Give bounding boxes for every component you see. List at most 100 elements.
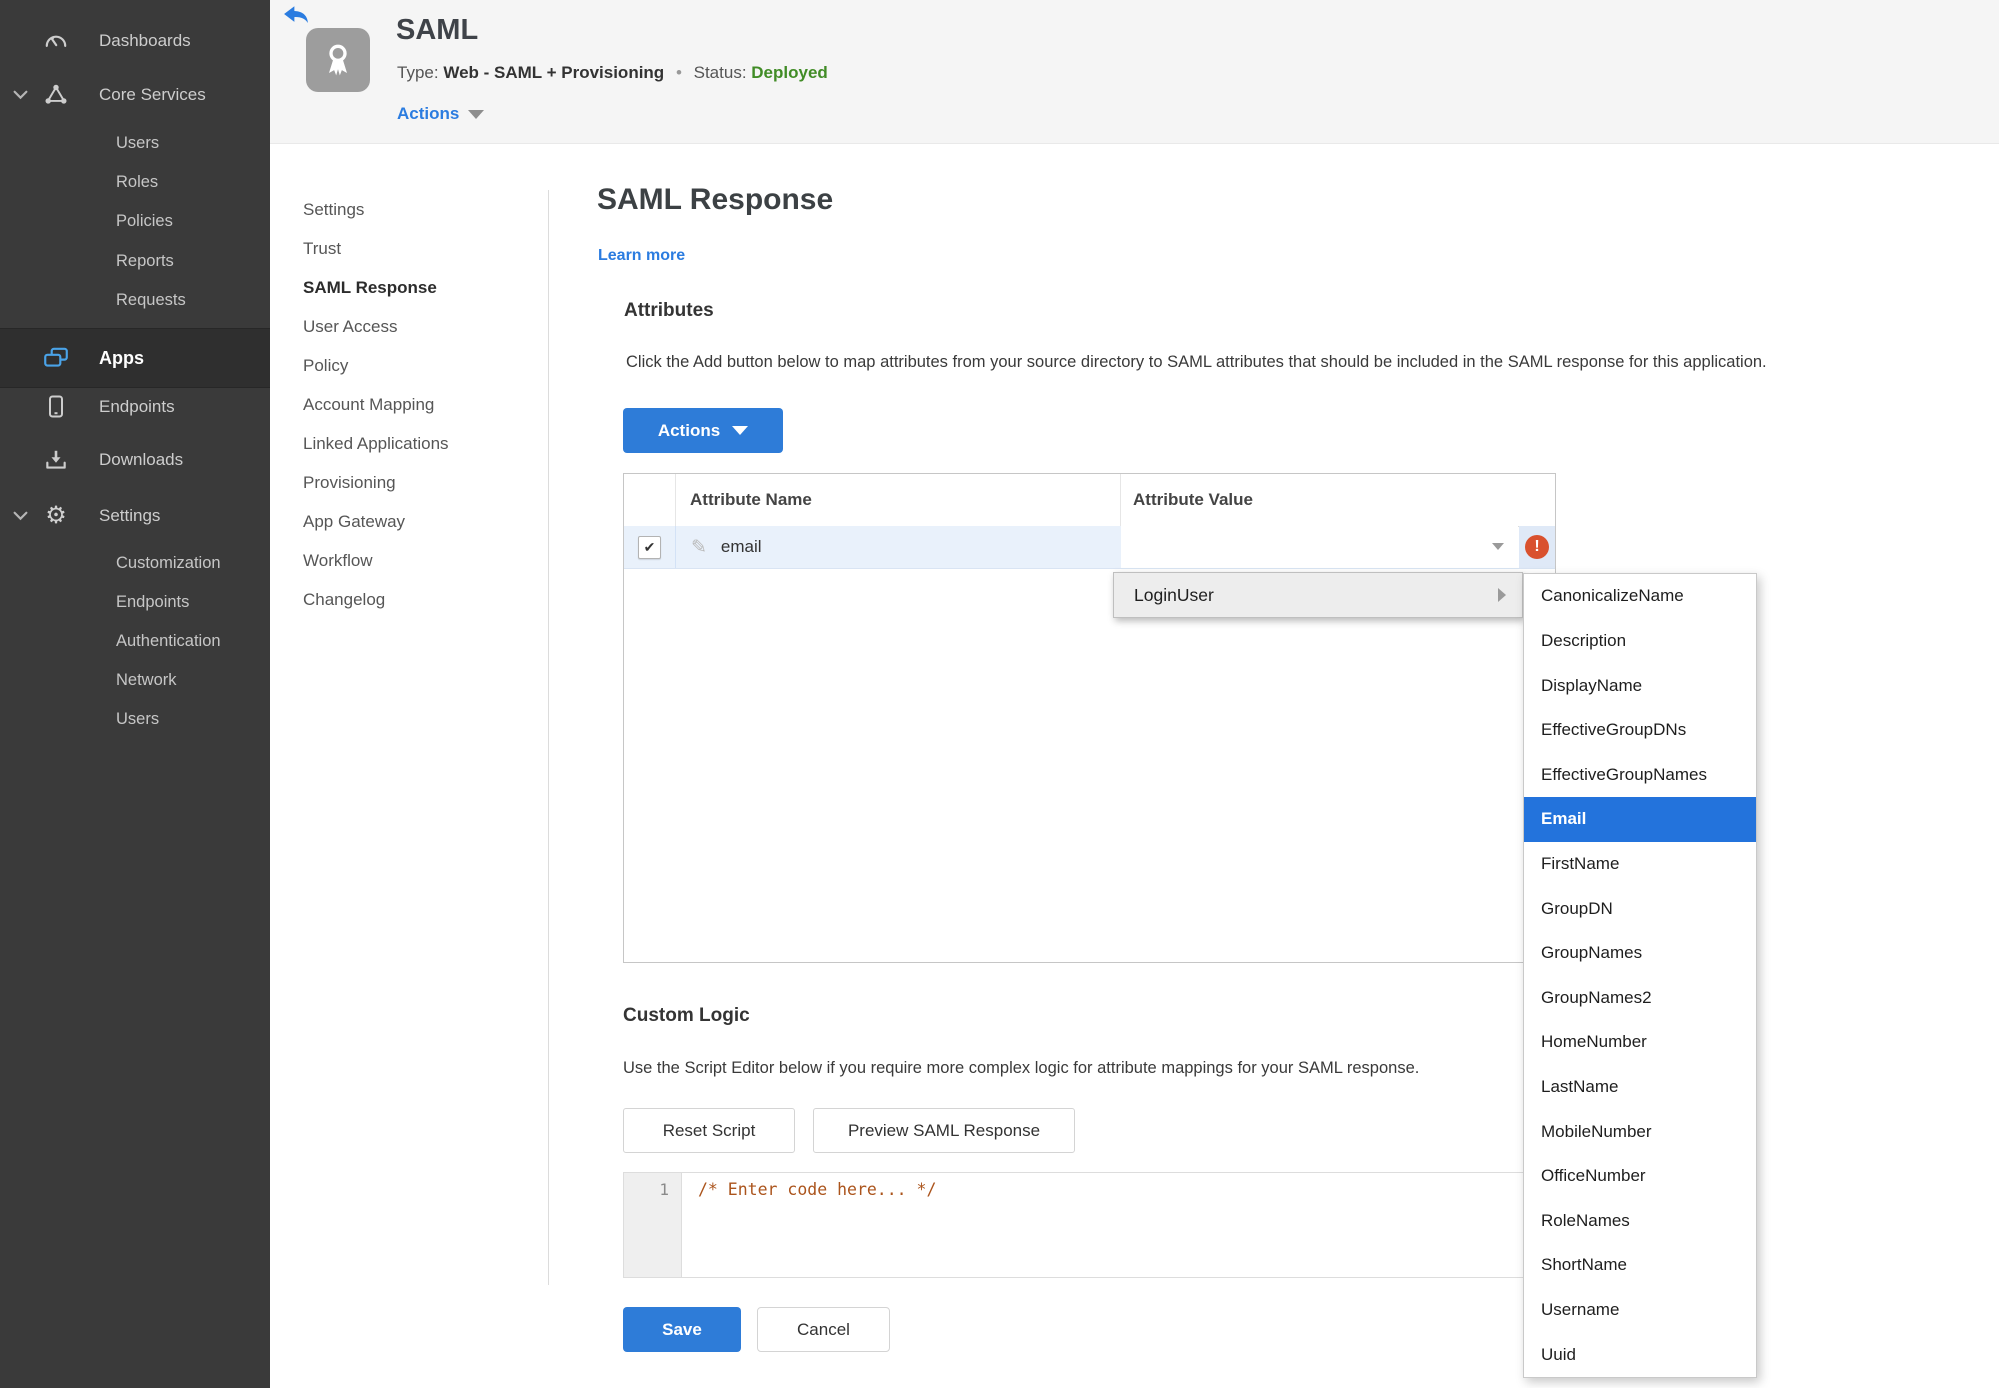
table-header: Attribute Name Attribute Value [624,474,1555,527]
menu-option-shortname[interactable]: ShortName [1524,1243,1756,1288]
gauge-icon [42,27,70,55]
menu-option-effectivegroupnames[interactable]: EffectiveGroupNames [1524,752,1756,797]
attributes-table: Attribute Name Attribute Value ✔ ✎ email… [623,473,1556,963]
editor-code-area[interactable]: /* Enter code here... */ [682,1173,1555,1284]
app-header: SAML Type: Web - SAML + Provisioning • S… [270,0,1999,144]
learn-more-link[interactable]: Learn more [598,247,685,265]
sidebar-item-label: Apps [99,347,144,368]
phone-icon [42,393,70,421]
sidebar-item-reports[interactable]: Reports [0,246,270,276]
menu-option-effectivegroupdns[interactable]: EffectiveGroupDNs [1524,708,1756,753]
menu-option-uuid[interactable]: Uuid [1524,1332,1756,1377]
sidebar-item-customization[interactable]: Customization [0,548,270,578]
custom-logic-description: Use the Script Editor below if you requi… [623,1059,1420,1077]
row-checkbox[interactable]: ✔ [638,535,661,559]
sidebar-item-apps[interactable]: Apps [0,328,270,388]
loginuser-menu-item[interactable]: LoginUser [1113,572,1523,618]
type-value: Web - SAML + Provisioning [443,63,665,82]
status-badge: Deployed [751,63,828,82]
chevron-down-icon[interactable] [13,85,28,105]
edit-pencil-icon[interactable]: ✎ [691,536,707,559]
attribute-name-value: email [720,537,762,556]
reset-script-button[interactable]: Reset Script [623,1108,795,1153]
sidebar-item-users-settings[interactable]: Users [0,704,270,734]
tab-changelog[interactable]: Changelog [270,580,548,619]
award-icon [329,44,347,76]
sidebar-item-downloads[interactable]: Downloads [0,443,270,477]
menu-option-description[interactable]: Description [1524,619,1756,664]
chevron-down-icon [732,426,749,435]
preview-saml-response-button[interactable]: Preview SAML Response [813,1108,1075,1153]
tab-app-gateway[interactable]: App Gateway [270,502,548,541]
line-number: 1 [659,1180,669,1199]
menu-option-displayname[interactable]: DisplayName [1524,663,1756,708]
attributes-description: Click the Add button below to map attrib… [626,353,1767,371]
sidebar-item-endpoints-settings[interactable]: Endpoints [0,587,270,617]
chevron-right-icon [1498,588,1506,602]
back-arrow-icon[interactable] [283,5,309,32]
menu-option-canonicalizename[interactable]: CanonicalizeName [1524,574,1756,619]
tab-linked-applications[interactable]: Linked Applications [270,424,548,463]
sidebar-item-core-services[interactable]: Core Services [0,78,270,112]
editor-gutter: 1 [624,1173,682,1277]
tab-trust[interactable]: Trust [270,229,548,268]
menu-option-groupnames[interactable]: GroupNames [1524,931,1756,976]
menu-option-groupdn[interactable]: GroupDN [1524,886,1756,931]
download-icon [42,446,70,474]
sidebar-item-network[interactable]: Network [0,665,270,695]
menu-option-rolenames[interactable]: RoleNames [1524,1199,1756,1244]
attribute-name-header: Attribute Name [676,474,1121,526]
tab-account-mapping[interactable]: Account Mapping [270,385,548,424]
menu-option-mobilenumber[interactable]: MobileNumber [1524,1109,1756,1154]
menu-option-officenumber[interactable]: OfficeNumber [1524,1154,1756,1199]
sidebar-item-policies[interactable]: Policies [0,206,270,236]
app-subnav: Settings Trust SAML Response User Access… [270,190,548,619]
tab-provisioning[interactable]: Provisioning [270,463,548,502]
type-label: Type: [397,63,439,82]
sidebar-item-users[interactable]: Users [0,128,270,158]
header-actions-menu[interactable]: Actions [397,104,485,124]
sidebar-item-label: Core Services [99,85,206,104]
menu-option-groupnames2[interactable]: GroupNames2 [1524,975,1756,1020]
sidebar-item-dashboards[interactable]: Dashboards [0,24,270,58]
actions-button[interactable]: Actions [623,408,783,453]
save-button[interactable]: Save [623,1307,741,1352]
app-logo [306,28,370,92]
attribute-value-dropdown[interactable] [1121,526,1518,568]
checkbox-column-header [624,474,676,526]
chevron-down-icon [468,109,485,119]
sidebar-item-roles[interactable]: Roles [0,167,270,197]
sidebar-item-endpoints[interactable]: Endpoints [0,390,270,424]
chevron-down-icon[interactable] [13,506,28,526]
apps-icon [42,344,70,372]
menu-option-lastname[interactable]: LastName [1524,1065,1756,1110]
attributes-heading: Attributes [624,300,714,321]
attribute-name-cell: ✎ email [676,526,1121,568]
page-title: SAML [396,14,479,46]
app-window: Dashboards Core Services Users Roles Pol… [0,0,1999,1388]
tab-policy[interactable]: Policy [270,346,548,385]
gear-icon: ⚙ [45,502,67,529]
app-meta: Type: Web - SAML + Provisioning • Status… [397,63,828,83]
subnav-divider [548,190,549,1285]
section-title: SAML Response [597,183,834,216]
validation-cell: ! [1519,526,1555,568]
tab-workflow[interactable]: Workflow [270,541,548,580]
tab-settings[interactable]: Settings [270,190,548,229]
sidebar-item-settings[interactable]: ⚙ Settings [0,499,270,533]
sidebar-item-label: Dashboards [99,31,191,50]
menu-option-homenumber[interactable]: HomeNumber [1524,1020,1756,1065]
menu-option-username[interactable]: Username [1524,1288,1756,1333]
script-editor: 1 /* Enter code here... */ [623,1172,1556,1278]
error-icon: ! [1525,535,1549,559]
cancel-button[interactable]: Cancel [757,1307,890,1352]
sidebar-item-requests[interactable]: Requests [0,285,270,315]
custom-logic-heading: Custom Logic [623,1005,750,1026]
menu-option-email[interactable]: Email [1524,797,1756,842]
sidebar-item-authentication[interactable]: Authentication [0,626,270,656]
menu-option-firstname[interactable]: FirstName [1524,842,1756,887]
tab-saml-response[interactable]: SAML Response [270,268,548,307]
table-row: ✔ ✎ email ! [624,526,1555,569]
status-label: Status: [693,63,747,82]
tab-user-access[interactable]: User Access [270,307,548,346]
